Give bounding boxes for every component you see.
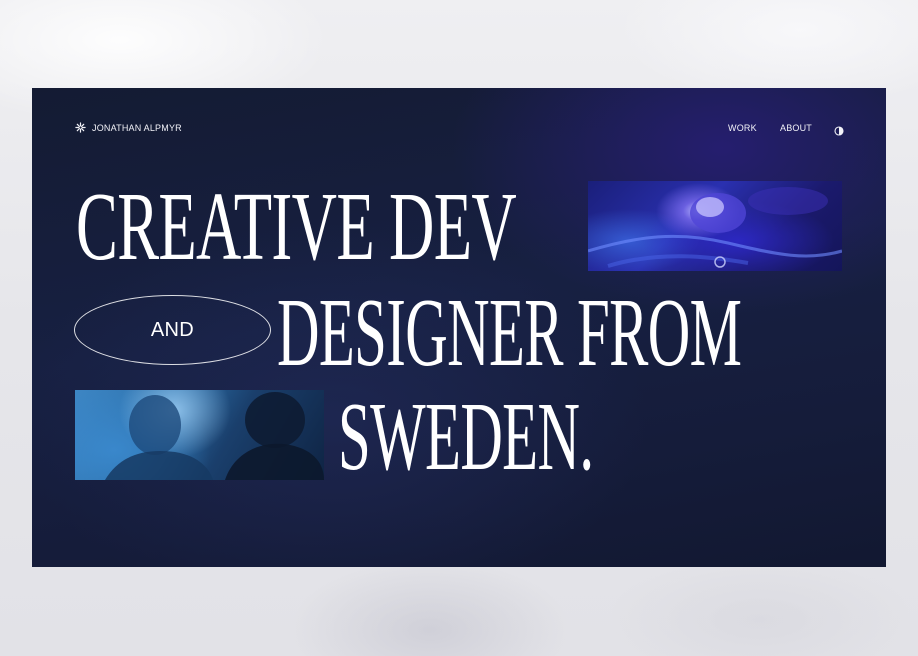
and-pill-label: AND — [74, 295, 271, 365]
headline-line-1: CREATIVE DEV — [76, 173, 517, 281]
hero-image-abstract-blue — [588, 181, 842, 271]
brand-name: JONATHAN ALPMYR — [92, 122, 182, 133]
hero-image-people-silhouette — [75, 390, 324, 480]
theme-toggle-button[interactable] — [834, 123, 844, 136]
headline-line-2: DESIGNER FROM — [277, 279, 742, 387]
brand-logo-link[interactable]: JONATHAN ALPMYR — [75, 122, 182, 133]
top-navigation: JONATHAN ALPMYR WORK ABOUT — [32, 88, 886, 168]
nav-link-work[interactable]: WORK — [728, 123, 757, 133]
hero-window: JONATHAN ALPMYR WORK ABOUT CREATIVE DEV … — [32, 88, 886, 567]
sunburst-icon — [75, 122, 86, 133]
pill-text: AND — [150, 318, 195, 341]
headline-line-3: SWEDEN. — [338, 383, 594, 491]
half-circle-contrast-icon — [834, 126, 844, 136]
nav-link-about[interactable]: ABOUT — [780, 123, 812, 133]
